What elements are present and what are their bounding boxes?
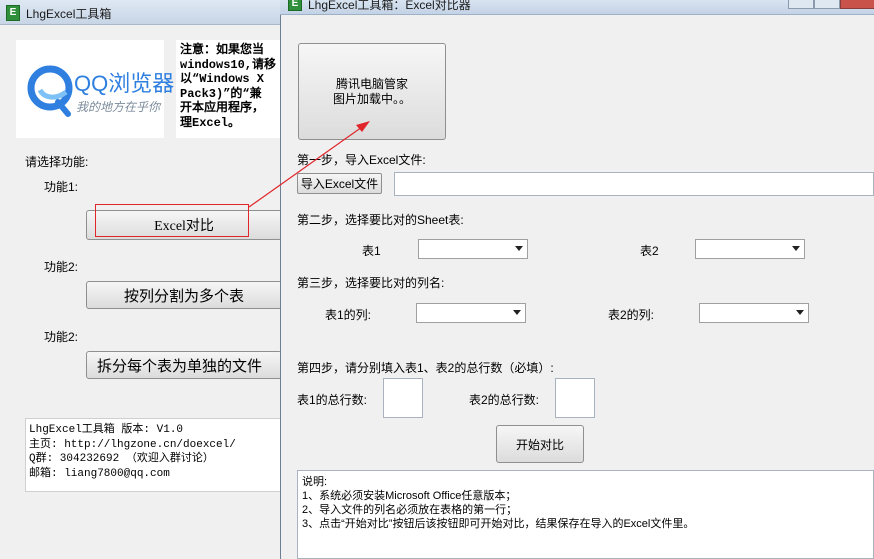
annotation-arrow-icon [248, 121, 370, 208]
